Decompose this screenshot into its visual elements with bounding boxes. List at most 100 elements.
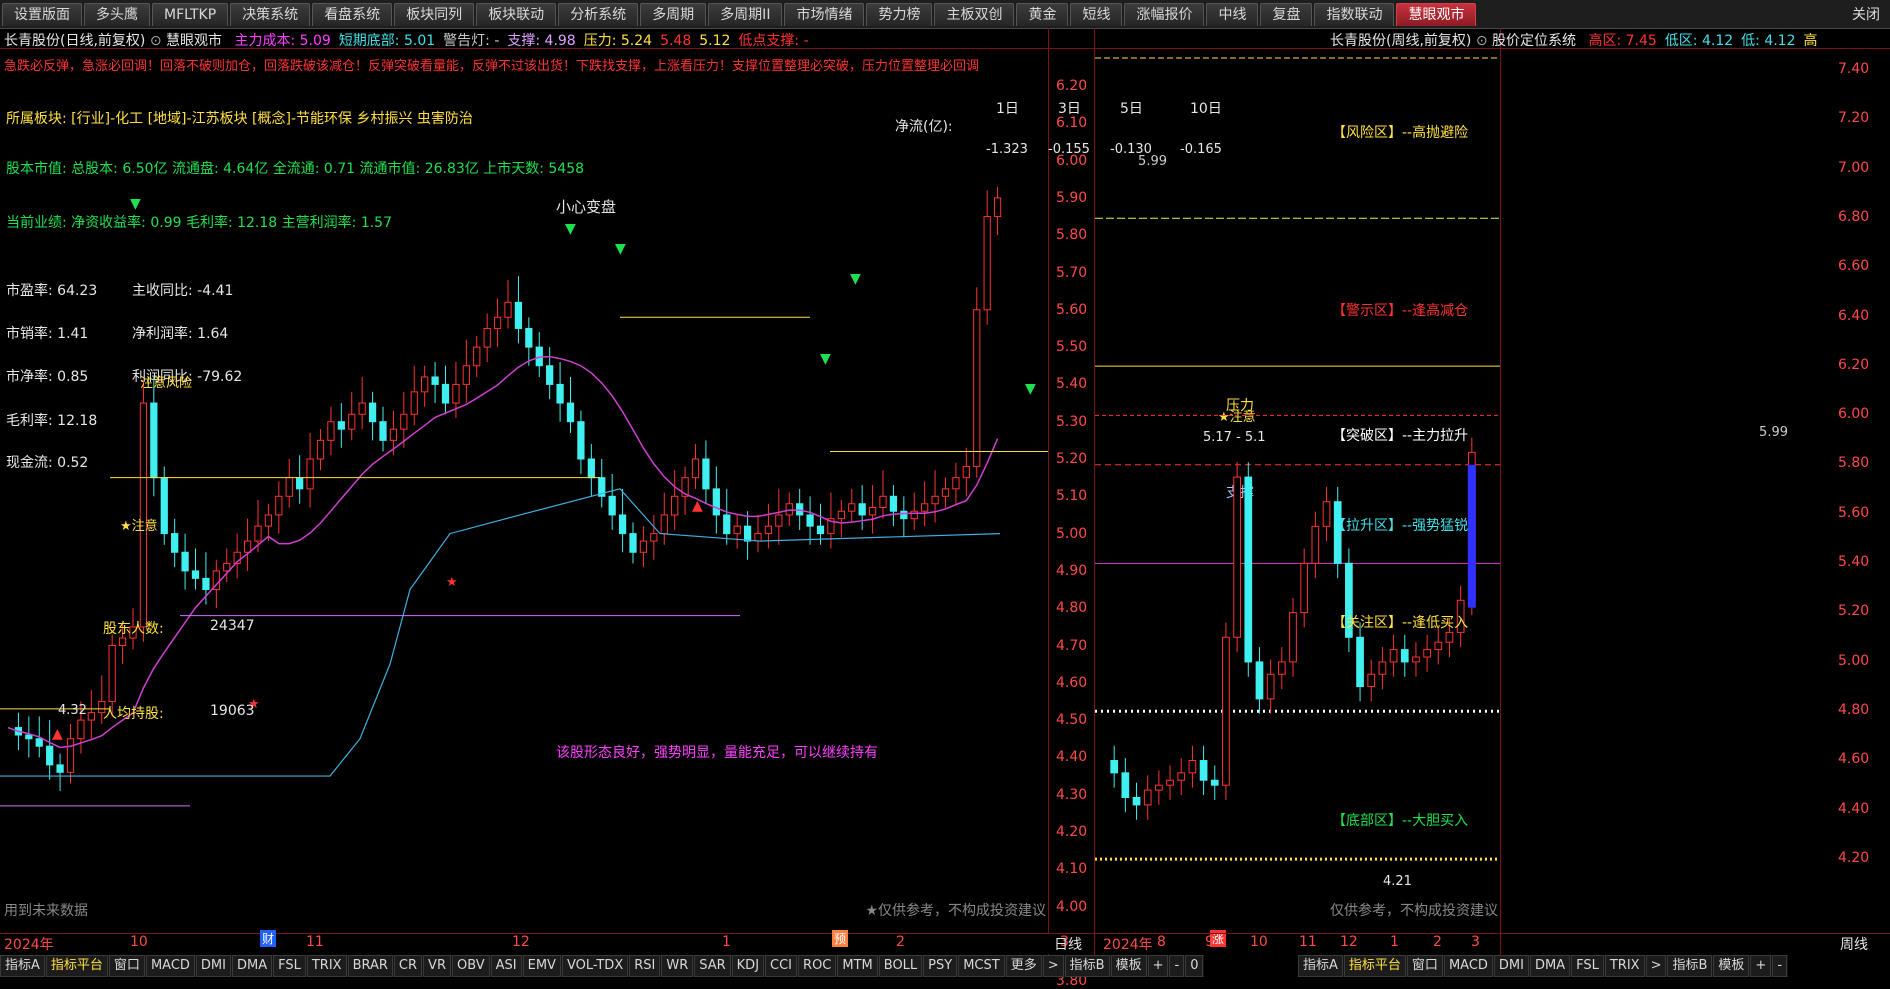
toolbar-btn-0[interactable]: 指标A bbox=[0, 955, 45, 977]
tab-16[interactable]: 中线 bbox=[1206, 3, 1259, 26]
tab-1[interactable]: 多头鹰 bbox=[84, 3, 150, 26]
header-value-5: 5.48 bbox=[660, 33, 692, 49]
tab-2[interactable]: MFLTKP bbox=[152, 3, 229, 26]
tab-4[interactable]: 看盘系统 bbox=[312, 3, 393, 26]
header-value-0: 高区: 7.45 bbox=[1588, 33, 1657, 49]
toolbar-btn-11[interactable]: OBV bbox=[451, 955, 490, 977]
right-axis-tick: 7.40 bbox=[1838, 61, 1870, 77]
right-axis-tick: 4.20 bbox=[1838, 849, 1870, 866]
tab-6[interactable]: 板块联动 bbox=[476, 3, 557, 26]
tab-13[interactable]: 黄金 bbox=[1016, 3, 1069, 26]
right-axis-tick: 4.80 bbox=[1838, 701, 1870, 718]
toolbar-btn-31[interactable]: 0 bbox=[1185, 955, 1204, 977]
toolbar-btn-2[interactable]: 窗口 bbox=[108, 955, 145, 977]
daily-candle bbox=[171, 533, 179, 553]
toolbar-btn-12[interactable]: - bbox=[1772, 955, 1788, 977]
right-indicator-name[interactable]: 股价定位系统 bbox=[1492, 33, 1576, 49]
event-marker[interactable]: 预 bbox=[832, 930, 849, 947]
tab-14[interactable]: 短线 bbox=[1070, 3, 1123, 26]
toolbar-btn-3[interactable]: MACD bbox=[145, 955, 195, 977]
daily-candle bbox=[691, 458, 700, 479]
toolbar-btn-28[interactable]: 模板 bbox=[1110, 955, 1147, 977]
toolbar-btn-3[interactable]: MACD bbox=[1443, 955, 1493, 977]
tab-11[interactable]: 势力榜 bbox=[866, 3, 933, 26]
toolbar-btn-8[interactable]: BRAR bbox=[347, 955, 393, 977]
toolbar-btn-8[interactable]: > bbox=[1645, 955, 1667, 977]
toolbar-btn-11[interactable]: + bbox=[1750, 955, 1772, 977]
tab-0[interactable]: 设置版面 bbox=[2, 3, 82, 26]
toolbar-btn-30[interactable]: - bbox=[1169, 955, 1185, 977]
tab-15[interactable]: 涨幅报价 bbox=[1124, 3, 1205, 26]
right-axis-tick: 6.00 bbox=[1838, 406, 1870, 423]
toolbar-btn-4[interactable]: DMI bbox=[1493, 955, 1529, 977]
left-axis-tick: 4.40 bbox=[1056, 749, 1088, 766]
event-marker[interactable]: 财 bbox=[260, 930, 277, 947]
toolbar-btn-4[interactable]: DMI bbox=[195, 955, 231, 977]
daily-candle bbox=[941, 488, 950, 497]
toolbar-btn-12[interactable]: ASI bbox=[490, 955, 522, 977]
tab-5[interactable]: 板块同列 bbox=[394, 3, 475, 26]
left-indicator-name[interactable]: 慧眼观市 bbox=[166, 33, 222, 49]
toolbar-btn-21[interactable]: MTM bbox=[837, 955, 878, 977]
toolbar-btn-9[interactable]: 指标B bbox=[1667, 955, 1713, 977]
toolbar-btn-17[interactable]: SAR bbox=[694, 955, 731, 977]
toolbar-btn-22[interactable]: BOLL bbox=[878, 955, 923, 977]
toolbar-btn-16[interactable]: WR bbox=[661, 955, 694, 977]
toolbar-btn-1[interactable]: 指标平台 bbox=[45, 955, 108, 977]
toolbar-btn-20[interactable]: ROC bbox=[798, 955, 837, 977]
toolbar-btn-5[interactable]: DMA bbox=[231, 955, 273, 977]
right-axis-tick: 5.60 bbox=[1838, 504, 1870, 521]
toolbar-btn-13[interactable]: EMV bbox=[522, 955, 561, 977]
right-month-label: 12 bbox=[1340, 934, 1358, 950]
weekly-position-chart[interactable] bbox=[1095, 48, 1500, 933]
zone-label-3: 【拉升区】--强势猛锐 bbox=[1332, 518, 1469, 534]
tab-10[interactable]: 市场情绪 bbox=[784, 3, 865, 26]
left-month-label: 11 bbox=[306, 934, 324, 950]
right-indicator-dropdown-icon[interactable]: ⊙ bbox=[1476, 33, 1488, 49]
tab-12[interactable]: 主板双创 bbox=[934, 3, 1015, 26]
tab-9[interactable]: 多周期II bbox=[708, 3, 783, 26]
toolbar-btn-7[interactable]: TRIX bbox=[306, 955, 347, 977]
tab-18[interactable]: 指数联动 bbox=[1314, 3, 1395, 26]
toolbar-btn-26[interactable]: > bbox=[1042, 955, 1064, 977]
toolbar-btn-0[interactable]: 指标A bbox=[1298, 955, 1343, 977]
risk-note-label: 注意风险 bbox=[140, 376, 193, 391]
toolbar-btn-25[interactable]: 更多 bbox=[1005, 955, 1042, 977]
left-axis-tick: 4.70 bbox=[1056, 637, 1088, 654]
toolbar-btn-23[interactable]: PSY bbox=[923, 955, 958, 977]
zone-label-1: 【警示区】--逢高减仓 bbox=[1332, 303, 1469, 319]
tab-8[interactable]: 多周期 bbox=[640, 3, 707, 26]
left-month-label: 2 bbox=[896, 934, 905, 950]
tab-3[interactable]: 决策系统 bbox=[230, 3, 311, 26]
toolbar-btn-15[interactable]: RSI bbox=[629, 955, 661, 977]
tab-19[interactable]: 慧眼观市 bbox=[1396, 3, 1477, 26]
toolbar-btn-19[interactable]: CCI bbox=[765, 955, 798, 977]
toolbar-btn-6[interactable]: FSL bbox=[273, 955, 306, 977]
toolbar-btn-10[interactable]: VR bbox=[423, 955, 451, 977]
toolbar-btn-7[interactable]: TRIX bbox=[1604, 955, 1645, 977]
toolbar-btn-6[interactable]: FSL bbox=[1571, 955, 1604, 977]
daily-candle bbox=[775, 514, 783, 527]
daily-candlestick-chart[interactable]: ▼▼▼▼▼▼▲▲★★★★ bbox=[0, 48, 1048, 933]
left-year-label: 2024年 bbox=[4, 937, 54, 953]
toolbar-btn-1[interactable]: 指标平台 bbox=[1343, 955, 1406, 977]
toolbar-btn-5[interactable]: DMA bbox=[1529, 955, 1571, 977]
toolbar-btn-27[interactable]: 指标B bbox=[1064, 955, 1110, 977]
toolbar-btn-10[interactable]: 模板 bbox=[1713, 955, 1750, 977]
toolbar-btn-14[interactable]: VOL-TDX bbox=[561, 955, 629, 977]
toolbar-btn-18[interactable]: KDJ bbox=[731, 955, 765, 977]
close-button[interactable]: 关闭 bbox=[1852, 4, 1880, 24]
toolbar-btn-24[interactable]: MCST bbox=[958, 955, 1005, 977]
toolbar-btn-29[interactable]: + bbox=[1147, 955, 1169, 977]
tab-17[interactable]: 复盘 bbox=[1260, 3, 1313, 26]
tab-7[interactable]: 分析系统 bbox=[558, 3, 639, 26]
toolbar-btn-9[interactable]: CR bbox=[393, 955, 423, 977]
signal-down-arrow: ▼ bbox=[130, 196, 141, 212]
toolbar-btn-2[interactable]: 窗口 bbox=[1406, 955, 1443, 977]
indicator-dropdown-icon[interactable]: ⊙ bbox=[150, 33, 162, 49]
latest-weekly-candle bbox=[1467, 464, 1476, 608]
daily-candle bbox=[764, 525, 773, 535]
left-axis-tick: 4.50 bbox=[1056, 712, 1088, 729]
left-header-values: 主力成本: 5.09 短期底部: 5.01 警告灯: - 支撑: 4.98 压力: 5.… bbox=[226, 33, 808, 49]
daily-candle bbox=[650, 533, 658, 542]
